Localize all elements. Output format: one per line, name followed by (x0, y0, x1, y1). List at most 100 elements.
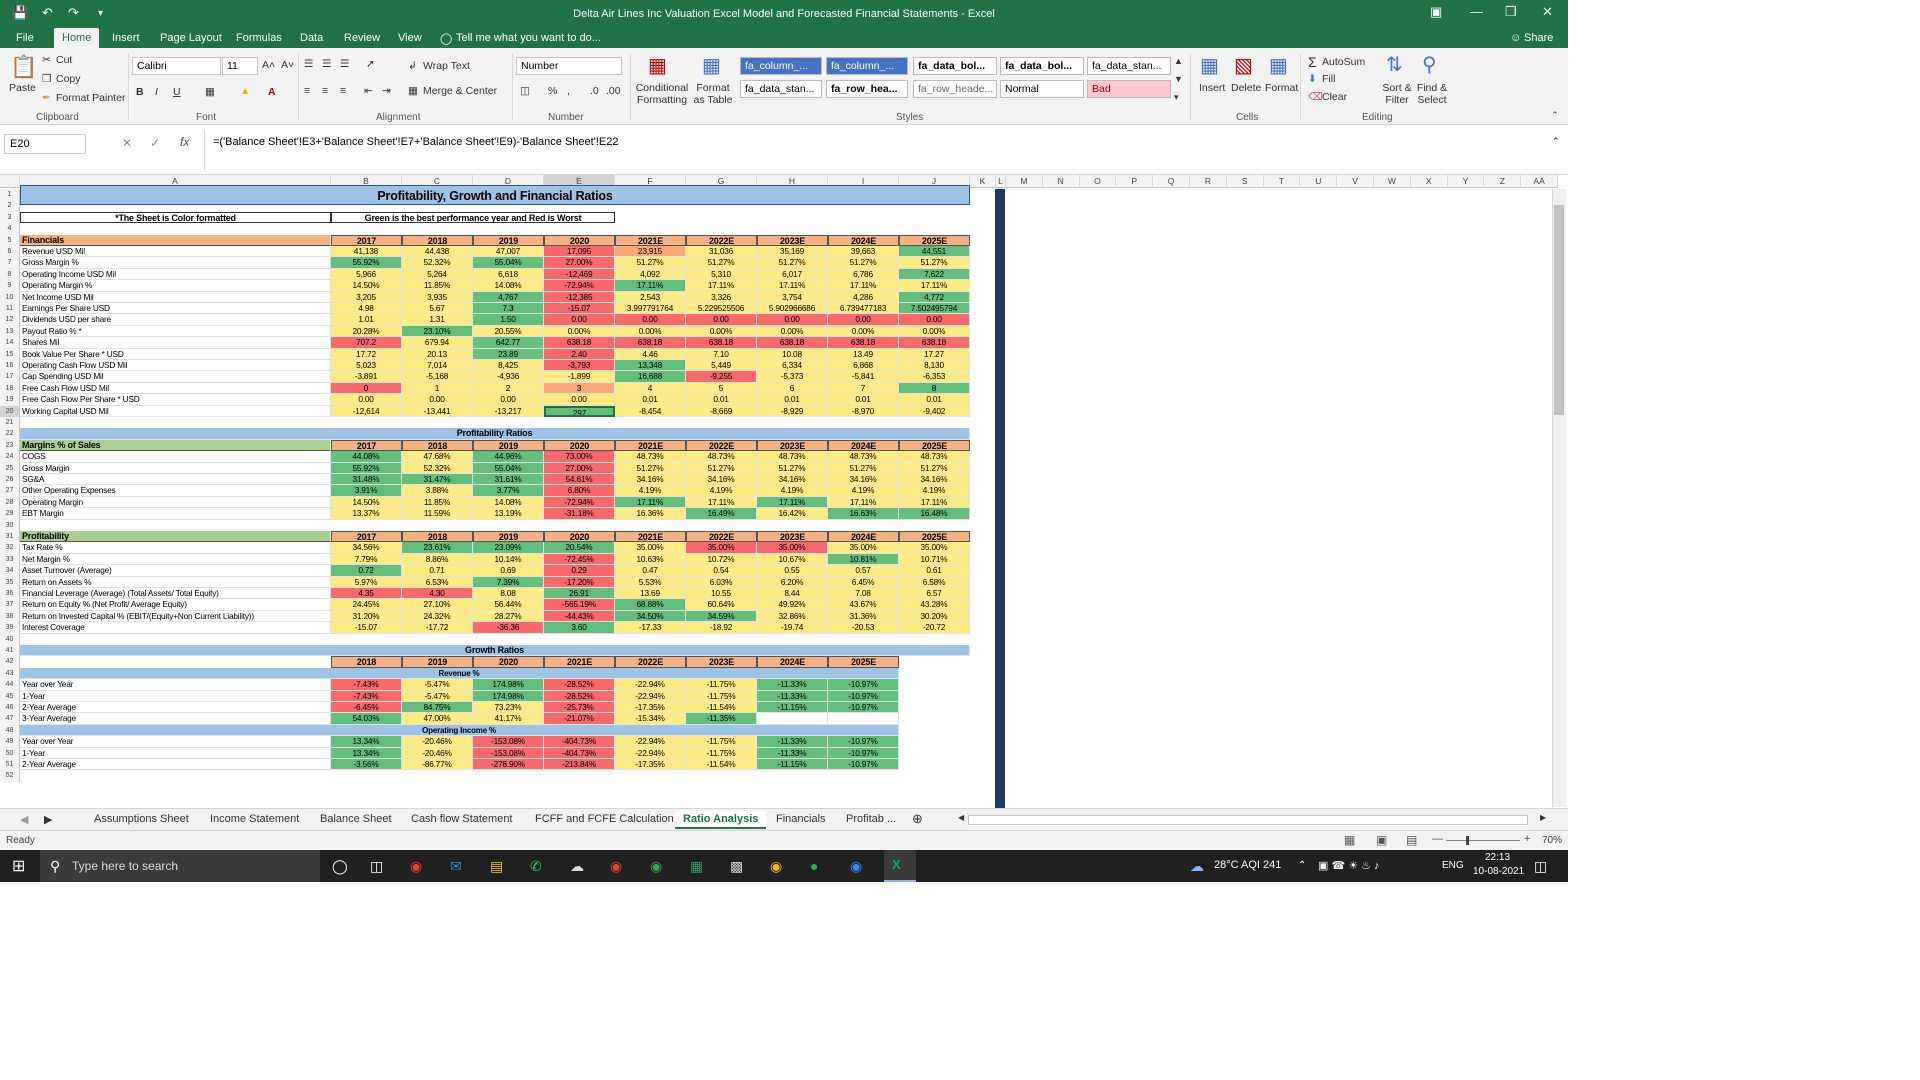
insert-cells-button[interactable]: Insert (1199, 82, 1225, 94)
row-header[interactable]: 43 (0, 667, 20, 680)
excel-taskbar-button[interactable]: X (884, 850, 916, 882)
data-cell[interactable]: -17.20% (544, 576, 615, 588)
data-cell[interactable]: 3,326 (686, 291, 757, 303)
row-header[interactable]: 47 (0, 713, 20, 725)
autosum-button[interactable]: AutoSum (1322, 56, 1365, 68)
data-cell[interactable]: 0.01 (615, 394, 686, 406)
data-cell[interactable]: 638.18 (544, 337, 615, 349)
data-cell[interactable]: 6.03% (686, 576, 757, 588)
data-cell[interactable]: 5.902966686 (757, 303, 828, 315)
data-cell[interactable]: -11.35% (686, 713, 757, 725)
data-cell[interactable]: -17.35% (615, 702, 686, 714)
column-header[interactable]: Q (1153, 175, 1190, 188)
data-cell[interactable]: 34.16% (615, 474, 686, 486)
row-header[interactable]: 45 (0, 690, 20, 702)
comma-icon[interactable]: , (567, 85, 570, 97)
data-cell[interactable]: 6,618 (473, 268, 544, 281)
data-cell[interactable]: 28.27% (473, 610, 544, 623)
data-cell[interactable]: 10.67% (757, 553, 828, 566)
data-cell[interactable]: 10.81% (828, 553, 899, 566)
data-cell[interactable]: -22.94% (615, 690, 686, 702)
data-cell[interactable]: 638.18 (899, 337, 970, 349)
column-header[interactable]: M (1006, 175, 1043, 188)
data-cell[interactable]: 6.45% (828, 576, 899, 588)
row-header[interactable]: 46 (0, 702, 20, 714)
formula-input[interactable]: =('Balance Sheet'!E3+'Balance Sheet'!E7+… (204, 130, 1548, 170)
data-cell[interactable]: 4.35 (331, 588, 402, 600)
data-cell[interactable]: 0.00 (615, 314, 686, 326)
data-cell[interactable]: -11.15% (757, 759, 828, 771)
data-cell[interactable]: 17.11% (686, 280, 757, 292)
column-header[interactable]: AA (1521, 175, 1558, 188)
data-cell[interactable]: -12,614 (331, 405, 402, 417)
row-header[interactable]: 1 (0, 189, 20, 201)
row-header[interactable]: 24 (0, 451, 20, 463)
data-cell[interactable]: 13.34% (331, 736, 402, 748)
data-cell[interactable]: 41,138 (331, 246, 402, 258)
copy-icon[interactable]: ❐ (42, 73, 51, 85)
row-header[interactable]: 12 (0, 314, 20, 326)
data-cell[interactable]: 13.69 (615, 588, 686, 600)
merge-center-button[interactable]: Merge & Center (423, 85, 497, 97)
data-cell[interactable]: 27.00% (544, 462, 615, 474)
horizontal-scrollbar[interactable] (968, 815, 1528, 825)
file-explorer-icon[interactable]: ▤ (490, 858, 503, 875)
data-cell[interactable]: 73.00% (544, 451, 615, 463)
data-cell[interactable]: 51.27% (757, 462, 828, 474)
data-cell[interactable]: 0.61 (899, 565, 970, 577)
data-cell[interactable]: 6.57 (899, 588, 970, 600)
data-cell[interactable]: 11.85% (402, 496, 473, 509)
tab-data[interactable]: Data (300, 32, 323, 44)
data-cell[interactable]: 47.00% (402, 713, 473, 725)
column-header[interactable]: X (1410, 175, 1448, 188)
data-cell[interactable]: 4.19% (899, 485, 970, 497)
data-cell[interactable]: -11.75% (686, 679, 757, 691)
data-cell[interactable]: -11.75% (686, 736, 757, 748)
data-cell[interactable]: 7.79% (331, 553, 402, 566)
format-as-table-button[interactable]: Format as Table (690, 82, 736, 106)
data-cell[interactable]: 35.00% (899, 542, 970, 554)
data-cell[interactable]: 48.73% (686, 451, 757, 463)
data-cell[interactable]: 44,438 (402, 246, 473, 258)
style-fa-data-bold-2[interactable]: fa_data_bol... (1000, 57, 1084, 75)
column-header[interactable]: L (996, 175, 1006, 188)
cut-icon[interactable]: ✂ (42, 54, 51, 66)
borders-icon[interactable]: ▦ (205, 86, 215, 98)
data-cell[interactable]: 31.48% (331, 474, 402, 486)
chrome-profile-3-icon[interactable]: ◉ (770, 858, 782, 875)
data-cell[interactable]: 4 (615, 382, 686, 395)
vertical-scrollbar-thumb[interactable] (1554, 205, 1564, 415)
data-cell[interactable]: -31.18% (544, 508, 615, 520)
format-painter-icon[interactable]: ✒ (42, 92, 51, 104)
data-cell[interactable]: 0.00% (544, 325, 615, 338)
app-icon[interactable]: ☁ (570, 858, 584, 875)
data-cell[interactable]: 4.19% (757, 485, 828, 497)
row-header[interactable]: 19 (0, 394, 20, 406)
data-cell[interactable]: 6.58% (899, 576, 970, 588)
data-cell[interactable]: 48.73% (757, 451, 828, 463)
data-cell[interactable]: -17.35% (615, 759, 686, 771)
share-button[interactable]: Share (1524, 32, 1553, 44)
align-top-icon[interactable]: ☰ (304, 58, 313, 70)
data-cell[interactable]: 5 (686, 382, 757, 395)
data-cell[interactable]: -10.97% (828, 736, 899, 748)
paste-button[interactable]: Paste (9, 82, 36, 94)
data-cell[interactable]: 20.55% (473, 325, 544, 338)
data-cell[interactable]: 14.08% (473, 496, 544, 509)
row-header[interactable]: 10 (0, 291, 20, 303)
data-cell[interactable]: 13.19% (473, 508, 544, 520)
data-cell[interactable]: -19.74 (757, 622, 828, 634)
column-header[interactable]: R (1190, 175, 1227, 188)
worksheet-grid[interactable]: A B C D E F G H I J K L M N O P Q R S T U V W X Y Z AA 1 2 3 4 5 6 7 8 9 10 1… (0, 175, 1568, 808)
row-header[interactable]: 26 (0, 474, 20, 486)
data-cell[interactable]: -15.07 (544, 303, 615, 315)
spotify-icon[interactable]: ● (810, 858, 818, 874)
zoom-slider-thumb[interactable] (1466, 836, 1469, 845)
data-cell[interactable]: -213.84% (544, 759, 615, 771)
row-header[interactable]: 15 (0, 348, 20, 360)
styles-scroll-up-icon[interactable]: ▲ (1174, 56, 1183, 66)
data-cell[interactable]: 4.19% (615, 485, 686, 497)
close-button[interactable]: ✕ (1542, 4, 1553, 20)
collapse-ribbon-icon[interactable]: ⌃ (1551, 110, 1559, 121)
data-cell[interactable]: 52.32% (402, 462, 473, 474)
